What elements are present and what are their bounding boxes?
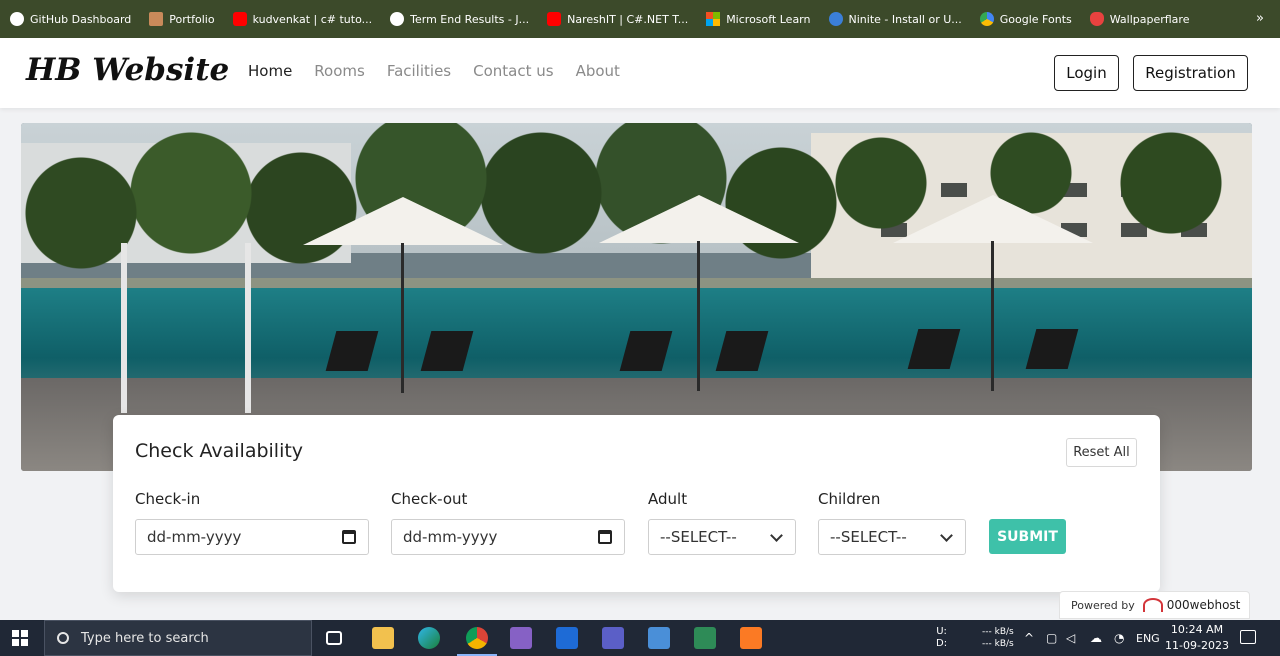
nav-link-facilities[interactable]: Facilities (387, 62, 451, 80)
youtube-icon (232, 12, 247, 26)
clock-time: 10:24 AM (1170, 623, 1224, 636)
bookmark-label: GitHub Dashboard (30, 12, 132, 26)
notification-icon[interactable] (1240, 630, 1256, 644)
bookmark-kudvenkat[interactable]: kudvenkat | c# tuto... (232, 12, 373, 26)
youtube-icon (547, 12, 562, 26)
github-icon (10, 12, 24, 26)
bookmark-portfolio[interactable]: Portfolio (149, 12, 215, 26)
checkout-date-input[interactable]: dd-mm-yyyy (391, 519, 625, 555)
bookmark-label: Microsoft Learn (726, 12, 811, 26)
availability-title: Check Availability (135, 440, 304, 462)
search-icon (57, 632, 69, 644)
bookmark-label: Term End Results - J... (410, 12, 530, 26)
submit-button[interactable]: SUBMIT (989, 519, 1066, 554)
hero-umbrella (893, 195, 1093, 243)
bookmark-label: Google Fonts (999, 12, 1072, 26)
adult-value: --SELECT-- (660, 528, 737, 546)
bookmark-ninite[interactable]: Ninite - Install or U... (828, 12, 962, 26)
tray-expand-icon[interactable]: ^ (1024, 620, 1034, 656)
nav-link-home[interactable]: Home (248, 62, 292, 80)
bookmark-label: Ninite - Install or U... (848, 12, 962, 26)
bookmark-label: kudvenkat | c# tuto... (252, 12, 373, 26)
nav-link-contact[interactable]: Contact us (473, 62, 553, 80)
bookmark-label: NareshIT | C#.NET T... (567, 12, 689, 26)
meet-now-icon[interactable]: ▢ (1046, 620, 1057, 656)
portfolio-icon (149, 12, 164, 26)
reset-all-button[interactable]: Reset All (1066, 438, 1137, 467)
adult-label: Adult (648, 490, 688, 508)
nav-link-rooms[interactable]: Rooms (314, 62, 365, 80)
net-down-label: D: (936, 638, 948, 649)
ninite-icon (828, 12, 843, 26)
calendar-icon[interactable] (342, 530, 356, 544)
volume-icon[interactable]: ◁ (1066, 620, 1075, 656)
checkin-date-input[interactable]: dd-mm-yyyy (135, 519, 369, 555)
taskbar-search-placeholder: Type here to search (81, 630, 209, 646)
net-speed-labels: U: D: (936, 620, 947, 656)
windows-start-icon[interactable] (12, 630, 28, 646)
bookmarks-overflow-icon[interactable]: » (1256, 11, 1264, 26)
hero-railing (121, 243, 251, 413)
bookmark-google-fonts[interactable]: Google Fonts (979, 12, 1072, 26)
wallpaperflare-icon (1089, 12, 1104, 26)
site-navbar: HB Website Home Rooms Facilities Contact… (0, 38, 1280, 108)
teams-icon[interactable] (602, 627, 624, 649)
wifi-icon[interactable]: ◔ (1114, 620, 1124, 656)
nav-links: Home Rooms Facilities Contact us About (248, 62, 642, 80)
powered-by-badge[interactable]: Powered by 000webhost (1059, 591, 1250, 619)
onedrive-icon[interactable]: ☁ (1090, 620, 1102, 656)
edge-icon[interactable] (418, 627, 440, 649)
net-down-value: --- kB/s (982, 639, 1014, 649)
children-select[interactable]: --SELECT-- (818, 519, 966, 555)
bookmarks-bar: GitHub Dashboard Portfolio kudvenkat | c… (0, 0, 1280, 38)
net-up-label: U: (936, 626, 947, 637)
excel-tools-icon[interactable] (694, 627, 716, 649)
bookmark-label: Portfolio (169, 12, 215, 26)
login-button[interactable]: Login (1054, 55, 1119, 91)
webhost-brand: 000webhost (1166, 598, 1241, 612)
net-up-value: --- kB/s (982, 627, 1014, 637)
net-speed-values: --- kB/s --- kB/s (982, 620, 1014, 656)
language-indicator[interactable]: ENG (1136, 620, 1160, 656)
children-label: Children (818, 490, 881, 508)
chevron-down-icon (770, 529, 783, 542)
registration-button[interactable]: Registration (1133, 55, 1248, 91)
file-explorer-icon[interactable] (372, 627, 394, 649)
clock-date: 11-09-2023 (1165, 639, 1229, 652)
hero-umbrella (303, 197, 503, 245)
taskbar-search-input[interactable]: Type here to search (44, 620, 312, 656)
globe-icon (390, 12, 405, 26)
bookmark-wallpaperflare[interactable]: Wallpaperflare (1089, 12, 1190, 26)
bookmark-nareshit[interactable]: NareshIT | C#.NET T... (547, 12, 688, 26)
calendar-icon[interactable] (598, 530, 612, 544)
network-manager-icon[interactable] (648, 627, 670, 649)
windows-taskbar: Type here to search U: D: --- kB/s --- k… (0, 620, 1280, 656)
checkin-value: dd-mm-yyyy (147, 528, 242, 546)
powered-by-text: Powered by (1071, 598, 1135, 612)
checkout-label: Check-out (391, 490, 468, 508)
xampp-icon[interactable] (740, 627, 762, 649)
bookmark-github-dashboard[interactable]: GitHub Dashboard (10, 12, 131, 26)
hero-umbrella (599, 195, 799, 243)
check-availability-card: Check Availability Reset All Check-in dd… (113, 415, 1160, 592)
checkin-label: Check-in (135, 490, 201, 508)
nav-link-about[interactable]: About (576, 62, 620, 80)
taskbar-clock[interactable]: 10:24 AM 11-09-2023 (1164, 622, 1230, 654)
adult-select[interactable]: --SELECT-- (648, 519, 796, 555)
chrome-icon[interactable] (457, 627, 497, 656)
microsoft-icon (706, 12, 721, 26)
bookmark-label: Wallpaperflare (1109, 12, 1190, 26)
defender-icon[interactable] (556, 627, 578, 649)
visual-studio-icon[interactable] (510, 627, 532, 649)
bookmark-microsoft-learn[interactable]: Microsoft Learn (706, 12, 811, 26)
chevron-down-icon (940, 529, 953, 542)
webhost-logo-icon (1142, 598, 1163, 612)
site-brand[interactable]: HB Website (26, 52, 229, 88)
checkout-value: dd-mm-yyyy (403, 528, 498, 546)
google-fonts-icon (979, 12, 994, 26)
task-view-icon[interactable] (326, 631, 342, 645)
children-value: --SELECT-- (830, 528, 907, 546)
bookmark-term-end-results[interactable]: Term End Results - J... (390, 12, 529, 26)
